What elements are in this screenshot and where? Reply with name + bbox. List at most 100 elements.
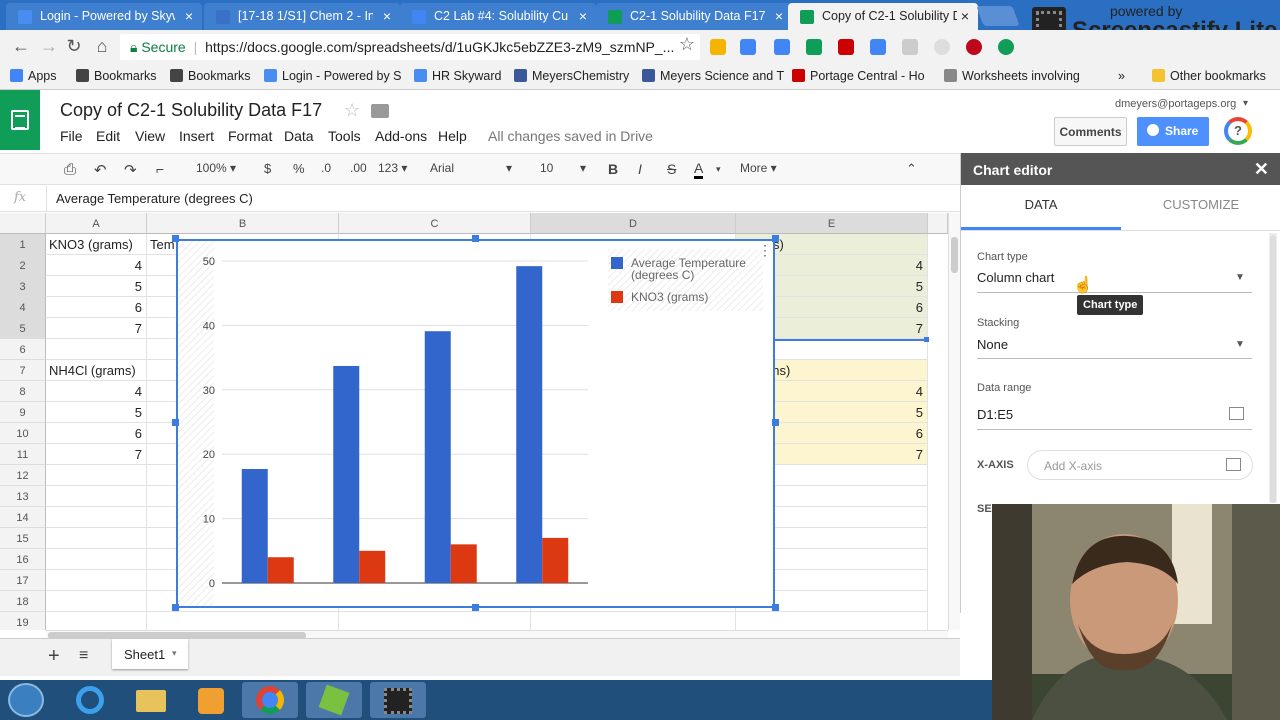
resize-handle[interactable] [772, 419, 779, 426]
bar-avg-temperature[interactable] [241, 469, 268, 583]
bar-avg-temperature[interactable] [516, 266, 543, 583]
bar-avg-temperature[interactable] [424, 331, 451, 583]
bookmark-meyers-science[interactable]: Meyers Science and T [642, 69, 784, 83]
cell[interactable]: 7 [46, 318, 147, 339]
stacking-select[interactable]: None [977, 337, 1008, 352]
cell[interactable] [46, 528, 147, 549]
cell[interactable]: KNO3 (grams) [46, 234, 147, 255]
comments-button[interactable]: Comments [1054, 117, 1127, 146]
increase-decimal-button[interactable]: .00 [350, 161, 367, 175]
cell[interactable]: 6 [46, 423, 147, 444]
redo-icon[interactable]: ↷ [124, 161, 137, 179]
bookmark-hr-skyward[interactable]: HR Skyward [414, 69, 501, 83]
row-header[interactable]: 5 [0, 318, 46, 339]
cell[interactable] [46, 612, 147, 630]
grid-select-icon[interactable] [1226, 458, 1241, 471]
row-header[interactable]: 10 [0, 423, 46, 444]
bar-avg-temperature[interactable] [333, 365, 360, 583]
add-xaxis-field[interactable]: Add X-axis [1027, 450, 1253, 480]
extension-icon[interactable] [806, 39, 822, 55]
cell[interactable]: 4 [46, 381, 147, 402]
row-header[interactable]: 12 [0, 465, 46, 486]
row-header[interactable]: 4 [0, 297, 46, 318]
zoom-select[interactable]: 100% ▾ [196, 161, 236, 175]
drive-icon[interactable] [710, 39, 726, 55]
strikethrough-button[interactable]: S [667, 161, 676, 177]
user-email[interactable]: dmeyers@portageps.org [1115, 98, 1236, 110]
browser-tab-2[interactable]: [17-18 1/S1] Chem 2 - In × [204, 3, 400, 30]
italic-button[interactable]: I [638, 161, 642, 177]
legend-swatch[interactable] [611, 291, 623, 303]
menu-file[interactable]: File [60, 128, 83, 144]
extension-icon[interactable] [838, 39, 854, 55]
cell[interactable] [339, 612, 531, 630]
collapse-toolbar-icon[interactable]: ⌃ [906, 161, 917, 177]
bookmark-login[interactable]: Login - Powered by S [264, 69, 402, 83]
media-player-icon[interactable] [182, 682, 238, 718]
bold-button[interactable]: B [608, 161, 618, 177]
help-icon[interactable]: ? [1224, 117, 1252, 145]
bookmark-portage-central[interactable]: Portage Central - Ho [792, 69, 925, 83]
tab-customize[interactable]: CUSTOMIZE [1121, 197, 1280, 212]
resize-handle[interactable] [172, 419, 179, 426]
browser-tab-5-active[interactable]: Copy of C2-1 Solubility D × [788, 3, 978, 30]
menu-tools[interactable]: Tools [328, 128, 361, 144]
account-dropdown-icon[interactable]: ▾ [1243, 98, 1248, 109]
close-tab-icon[interactable]: × [579, 8, 587, 24]
cell[interactable] [531, 612, 736, 630]
row-header[interactable]: 18 [0, 591, 46, 612]
row-header[interactable]: 6 [0, 339, 46, 360]
close-icon[interactable]: ✕ [1254, 159, 1269, 180]
ie-icon[interactable] [62, 682, 118, 718]
undo-icon[interactable]: ↶ [94, 161, 107, 179]
resize-handle[interactable] [172, 235, 179, 242]
close-tab-icon[interactable]: × [775, 8, 783, 24]
row-header[interactable]: 13 [0, 486, 46, 507]
row-header[interactable]: 8 [0, 381, 46, 402]
cell[interactable] [46, 465, 147, 486]
chevron-down-icon[interactable]: ▼ [1235, 272, 1245, 283]
more-button[interactable]: More ▾ [740, 161, 777, 175]
help-circle-icon[interactable] [934, 39, 950, 55]
forward-icon[interactable]: → [38, 36, 60, 57]
column-header-b[interactable]: B [147, 213, 339, 234]
cell[interactable] [46, 591, 147, 612]
bookmark-folder-2[interactable]: Bookmarks [170, 69, 251, 83]
close-tab-icon[interactable]: × [185, 8, 193, 24]
scrollbar-thumb[interactable] [951, 237, 958, 273]
cell[interactable] [46, 486, 147, 507]
bar-kno3[interactable] [542, 537, 569, 583]
cell[interactable] [46, 570, 147, 591]
chevron-down-icon[interactable]: ▼ [1235, 339, 1245, 350]
row-header[interactable]: 1 [0, 234, 46, 255]
resize-handle[interactable] [772, 235, 779, 242]
browser-tab-3[interactable]: C2 Lab #4: Solubility Cur × [400, 3, 596, 30]
star-icon[interactable]: ☆ [344, 100, 360, 121]
bar-kno3[interactable] [267, 557, 294, 583]
pinterest-icon[interactable] [966, 39, 982, 55]
vertical-scrollbar[interactable] [948, 213, 960, 630]
bar-kno3[interactable] [450, 544, 477, 583]
grid-select-icon[interactable] [1229, 407, 1244, 420]
close-tab-icon[interactable]: × [961, 8, 969, 24]
app-icon[interactable] [306, 682, 362, 718]
bookmarks-overflow-icon[interactable]: » [1118, 69, 1125, 83]
row-header[interactable]: 14 [0, 507, 46, 528]
menu-insert[interactable]: Insert [179, 128, 214, 144]
browser-tab-4[interactable]: C2-1 Solubility Data F17 × [596, 3, 792, 30]
text-color-dropdown-icon[interactable]: ▾ [716, 164, 721, 175]
extension-icon[interactable] [870, 39, 886, 55]
chart-object[interactable]: 0 10 20 30 40 50 Average Temperature (degrees … [176, 239, 775, 608]
menu-addons[interactable]: Add-ons [375, 128, 427, 144]
paint-format-icon[interactable]: ⌐ [156, 161, 164, 177]
tab-data[interactable]: DATA [961, 197, 1121, 212]
new-tab-button[interactable] [976, 6, 1020, 26]
bookmark-meyerschemistry[interactable]: MeyersChemistry [514, 69, 629, 83]
column-header-d[interactable]: D [531, 213, 736, 234]
font-select[interactable]: Arial ▾ [430, 161, 512, 175]
cell[interactable] [46, 339, 147, 360]
close-tab-icon[interactable]: × [383, 8, 391, 24]
cell[interactable] [46, 549, 147, 570]
cell[interactable]: 6 [46, 297, 147, 318]
text-color-button[interactable]: A [694, 161, 704, 179]
